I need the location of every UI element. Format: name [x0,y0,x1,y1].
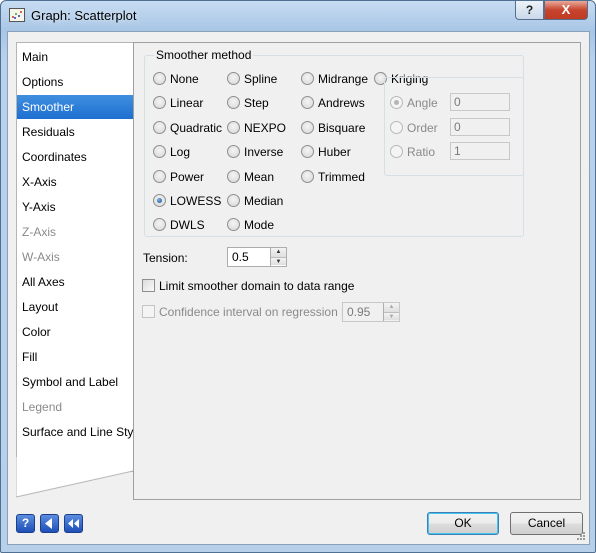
kriging-options-group: Angle 0 Order 0 Ratio 1 [384,77,524,176]
confidence-spin-buttons: ▲ ▼ [383,303,399,321]
radio-dot-icon [153,145,166,158]
radio-label: Quadratic [170,121,223,135]
radio-label: None [170,72,199,86]
radio-dot-icon [227,121,240,134]
spin-down-icon[interactable]: ▼ [271,257,286,265]
first-icon[interactable] [64,514,83,533]
sidebar-item-y-axis[interactable]: Y-Axis [17,195,134,219]
radio-label: LOWESS [170,194,222,208]
radio-label: Mean [244,170,275,184]
radio-label: Mode [244,218,275,232]
radio-dot-icon [153,194,166,207]
smoother-method-group: Smoother method None Linear Quadratic Lo… [144,48,524,237]
title-help-button[interactable]: ? [515,1,544,20]
radio-label: Andrews [318,96,365,110]
radio-label: Ratio [407,145,436,159]
cancel-button[interactable]: Cancel [510,512,583,535]
checkbox-label: Limit smoother domain to data range [159,279,355,293]
sidebar-curl [16,457,134,498]
radio-dot-icon [227,194,240,207]
radio-label: Bisquare [318,121,366,135]
sidebar-item-residuals[interactable]: Residuals [17,120,134,144]
radio-dot-icon [227,218,240,231]
radio-dot-icon [153,218,166,231]
radio-label: NEXPO [244,121,287,135]
ok-button[interactable]: OK [427,512,499,535]
tension-spinner[interactable]: 0.5 ▲ ▼ [227,247,287,267]
sidebar-item-all-axes[interactable]: All Axes [17,270,134,294]
radio-dot-icon [301,121,314,134]
sidebar-item-main[interactable]: Main [17,45,134,69]
confidence-interval-checkbox: Confidence interval on regression line [142,304,360,320]
checkbox-box-icon [142,305,155,318]
radio-dot-icon [301,170,314,183]
radio-label: Inverse [244,145,284,159]
confidence-value: 0.95 [347,305,371,319]
sidebar-item-smoother[interactable]: Smoother [17,95,134,119]
radio-label: Linear [170,96,204,110]
radio-label: Huber [318,145,351,159]
sidebar-item-x-axis[interactable]: X-Axis [17,170,134,194]
sidebar-item-coordinates[interactable]: Coordinates [17,145,134,169]
confidence-spinner: 0.95 ▲ ▼ [342,302,400,322]
smoother-page: Smoother method None Linear Quadratic Lo… [133,42,581,500]
title-bar[interactable]: Graph: Scatterplot ? X [1,1,595,31]
radio-label: DWLS [170,218,205,232]
spin-up-icon[interactable]: ▲ [271,248,286,257]
radio-dot-icon [301,96,314,109]
close-button[interactable]: X [544,1,588,20]
kriging-order-field: 0 [450,118,510,136]
smoother-method-label: Smoother method [154,48,254,62]
category-list: Main Options Smoother Residuals Coordina… [16,42,143,472]
back-icon[interactable] [40,514,59,533]
limit-domain-checkbox[interactable]: Limit smoother domain to data range [142,278,402,294]
radio-label: Trimmed [318,170,365,184]
radio-dot-icon [301,72,314,85]
spin-down-icon: ▼ [384,312,399,320]
radio-label: Angle [407,96,438,110]
tension-value: 0.5 [232,250,249,264]
radio-dot-icon [390,145,403,158]
sidebar-item-fill[interactable]: Fill [17,345,134,369]
sidebar-item-w-axis: W-Axis [22,250,60,264]
checkbox-box-icon [142,279,155,292]
radio-dot-icon [301,145,314,158]
tension-spin-buttons[interactable]: ▲ ▼ [270,248,286,266]
radio-label: Order [407,121,438,135]
sidebar-item-legend: Legend [22,400,63,414]
radio-label: Log [170,145,191,159]
sidebar-item-symbol-and-label[interactable]: Symbol and Label [17,370,134,394]
spin-up-icon: ▲ [384,303,399,312]
tension-label: Tension: [143,251,188,265]
checkbox-label: Confidence interval on regression line [159,305,360,319]
help-icon[interactable]: ? [16,514,35,533]
sidebar-item-options[interactable]: Options [17,70,134,94]
radio-dot-icon [153,96,166,109]
radio-label: Midrange [318,72,369,86]
radio-dot-icon [227,145,240,158]
kriging-angle-field: 0 [450,93,510,111]
kriging-ratio-field: 1 [450,142,510,160]
window-title: Graph: Scatterplot [31,8,137,23]
radio-dot-icon [153,72,166,85]
radio-dot-icon [227,72,240,85]
dialog-window: Graph: Scatterplot ? X Main Options Smoo… [0,0,596,553]
radio-dot-icon [153,170,166,183]
radio-label: Step [244,96,269,110]
radio-dot-icon [227,96,240,109]
dialog-client-area: Main Options Smoother Residuals Coordina… [7,31,590,545]
radio-label: Median [244,194,284,208]
sidebar-item-z-axis: Z-Axis [22,225,56,239]
radio-label: Power [170,170,205,184]
sidebar-item-color[interactable]: Color [17,320,134,344]
sidebar-item-surface-and-line-style[interactable]: Surface and Line Style [17,420,143,444]
radio-dot-icon [390,121,403,134]
scatterplot-app-icon [9,8,25,22]
sidebar-item-layout[interactable]: Layout [17,295,134,319]
resize-grip-icon[interactable] [576,531,586,541]
radio-label: Spline [244,72,278,86]
radio-dot-icon [227,170,240,183]
radio-dot-icon [153,121,166,134]
radio-dot-icon [390,96,403,109]
